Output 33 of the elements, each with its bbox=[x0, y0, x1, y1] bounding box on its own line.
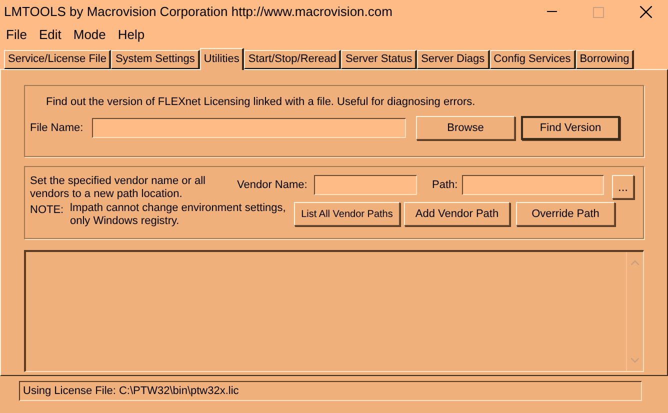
status-bar: Using License File: C:\PTW32\bin\ptw32x.lic bbox=[19, 381, 642, 401]
description: Set the specified vendor name or all vendors to a new path location. bbox=[30, 175, 206, 201]
tab[interactable]: Server Diags bbox=[417, 50, 490, 69]
window-title: LMTOOLS by Macrovision Corporation http://www.macrovision.com bbox=[4, 3, 394, 22]
browse-button[interactable]: ... bbox=[612, 175, 634, 199]
menu-item[interactable]: Edit bbox=[34, 25, 66, 45]
button[interactable]: Browse bbox=[416, 116, 515, 140]
button[interactable]: Add Vendor Path bbox=[404, 202, 510, 226]
field-label: Vendor Name: bbox=[237, 178, 308, 193]
description: Find out the version of FLEXnet Licensing linked with a file. Useful for diagnosing errors. bbox=[45, 95, 476, 108]
field-label: File Name: bbox=[30, 120, 84, 136]
note-label: NOTE: bbox=[30, 203, 65, 218]
field-label: Path: bbox=[432, 178, 459, 193]
tab[interactable]: Utilities bbox=[200, 48, 244, 70]
close-icon[interactable] bbox=[640, 6, 652, 18]
input-field[interactable] bbox=[92, 118, 406, 138]
input-field[interactable] bbox=[462, 175, 604, 195]
maximize-icon bbox=[593, 6, 604, 18]
menu-item[interactable]: Help bbox=[114, 25, 149, 45]
button[interactable]: Find Version bbox=[521, 116, 620, 140]
menu-item[interactable]: File bbox=[2, 25, 31, 45]
button[interactable]: Override Path bbox=[516, 202, 615, 226]
note-text: lmpath cannot change environment settings, only Windows registry. bbox=[70, 202, 287, 228]
input-field[interactable] bbox=[314, 175, 417, 195]
tab[interactable]: Config Services bbox=[490, 50, 576, 69]
menu-item[interactable]: Mode bbox=[69, 25, 110, 45]
tab[interactable]: Server Status bbox=[341, 50, 418, 69]
tab[interactable]: Borrowing bbox=[576, 50, 634, 69]
minimize-icon[interactable] bbox=[547, 11, 557, 13]
tab[interactable]: Start/Stop/Reread bbox=[244, 50, 342, 69]
tab[interactable]: Service/License File bbox=[4, 50, 112, 69]
tab[interactable]: System Settings bbox=[111, 50, 200, 69]
button[interactable]: List All Vendor Paths bbox=[294, 202, 400, 226]
